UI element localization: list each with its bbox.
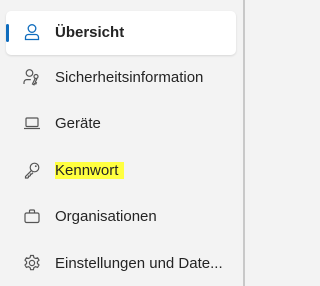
nav-item-label: Organisationen — [55, 208, 157, 225]
person-key-icon — [22, 67, 42, 87]
nav-item-uebersicht[interactable]: Übersicht — [6, 11, 236, 55]
laptop-icon — [22, 113, 42, 133]
nav-item-label: Sicherheitsinformation — [55, 69, 204, 86]
search-highlight: Kennwort — [55, 162, 125, 179]
nav-item-label: Einstellungen und Date... — [55, 255, 223, 272]
briefcase-icon — [22, 206, 42, 226]
nav-item-label: Geräte — [55, 115, 101, 132]
nav-item-geraete[interactable]: Geräte — [6, 102, 236, 146]
nav-item-label: Übersicht — [55, 24, 125, 41]
active-indicator — [6, 24, 9, 42]
nav-item-einstellungen[interactable]: Einstellungen und Date... — [6, 242, 236, 286]
nav-item-kennwort[interactable]: Kennwort — [6, 149, 236, 193]
person-icon — [22, 22, 42, 42]
nav-item-label: Kennwort — [55, 161, 125, 181]
key-icon — [22, 160, 42, 180]
nav-divider — [243, 0, 245, 286]
nav-item-sicherheitsinformation[interactable]: Sicherheitsinformation — [6, 56, 236, 100]
gear-icon — [22, 253, 42, 273]
nav-item-organisationen[interactable]: Organisationen — [6, 195, 236, 239]
side-navigation: Übersicht Sicherheitsinformation Geräte — [0, 0, 243, 286]
